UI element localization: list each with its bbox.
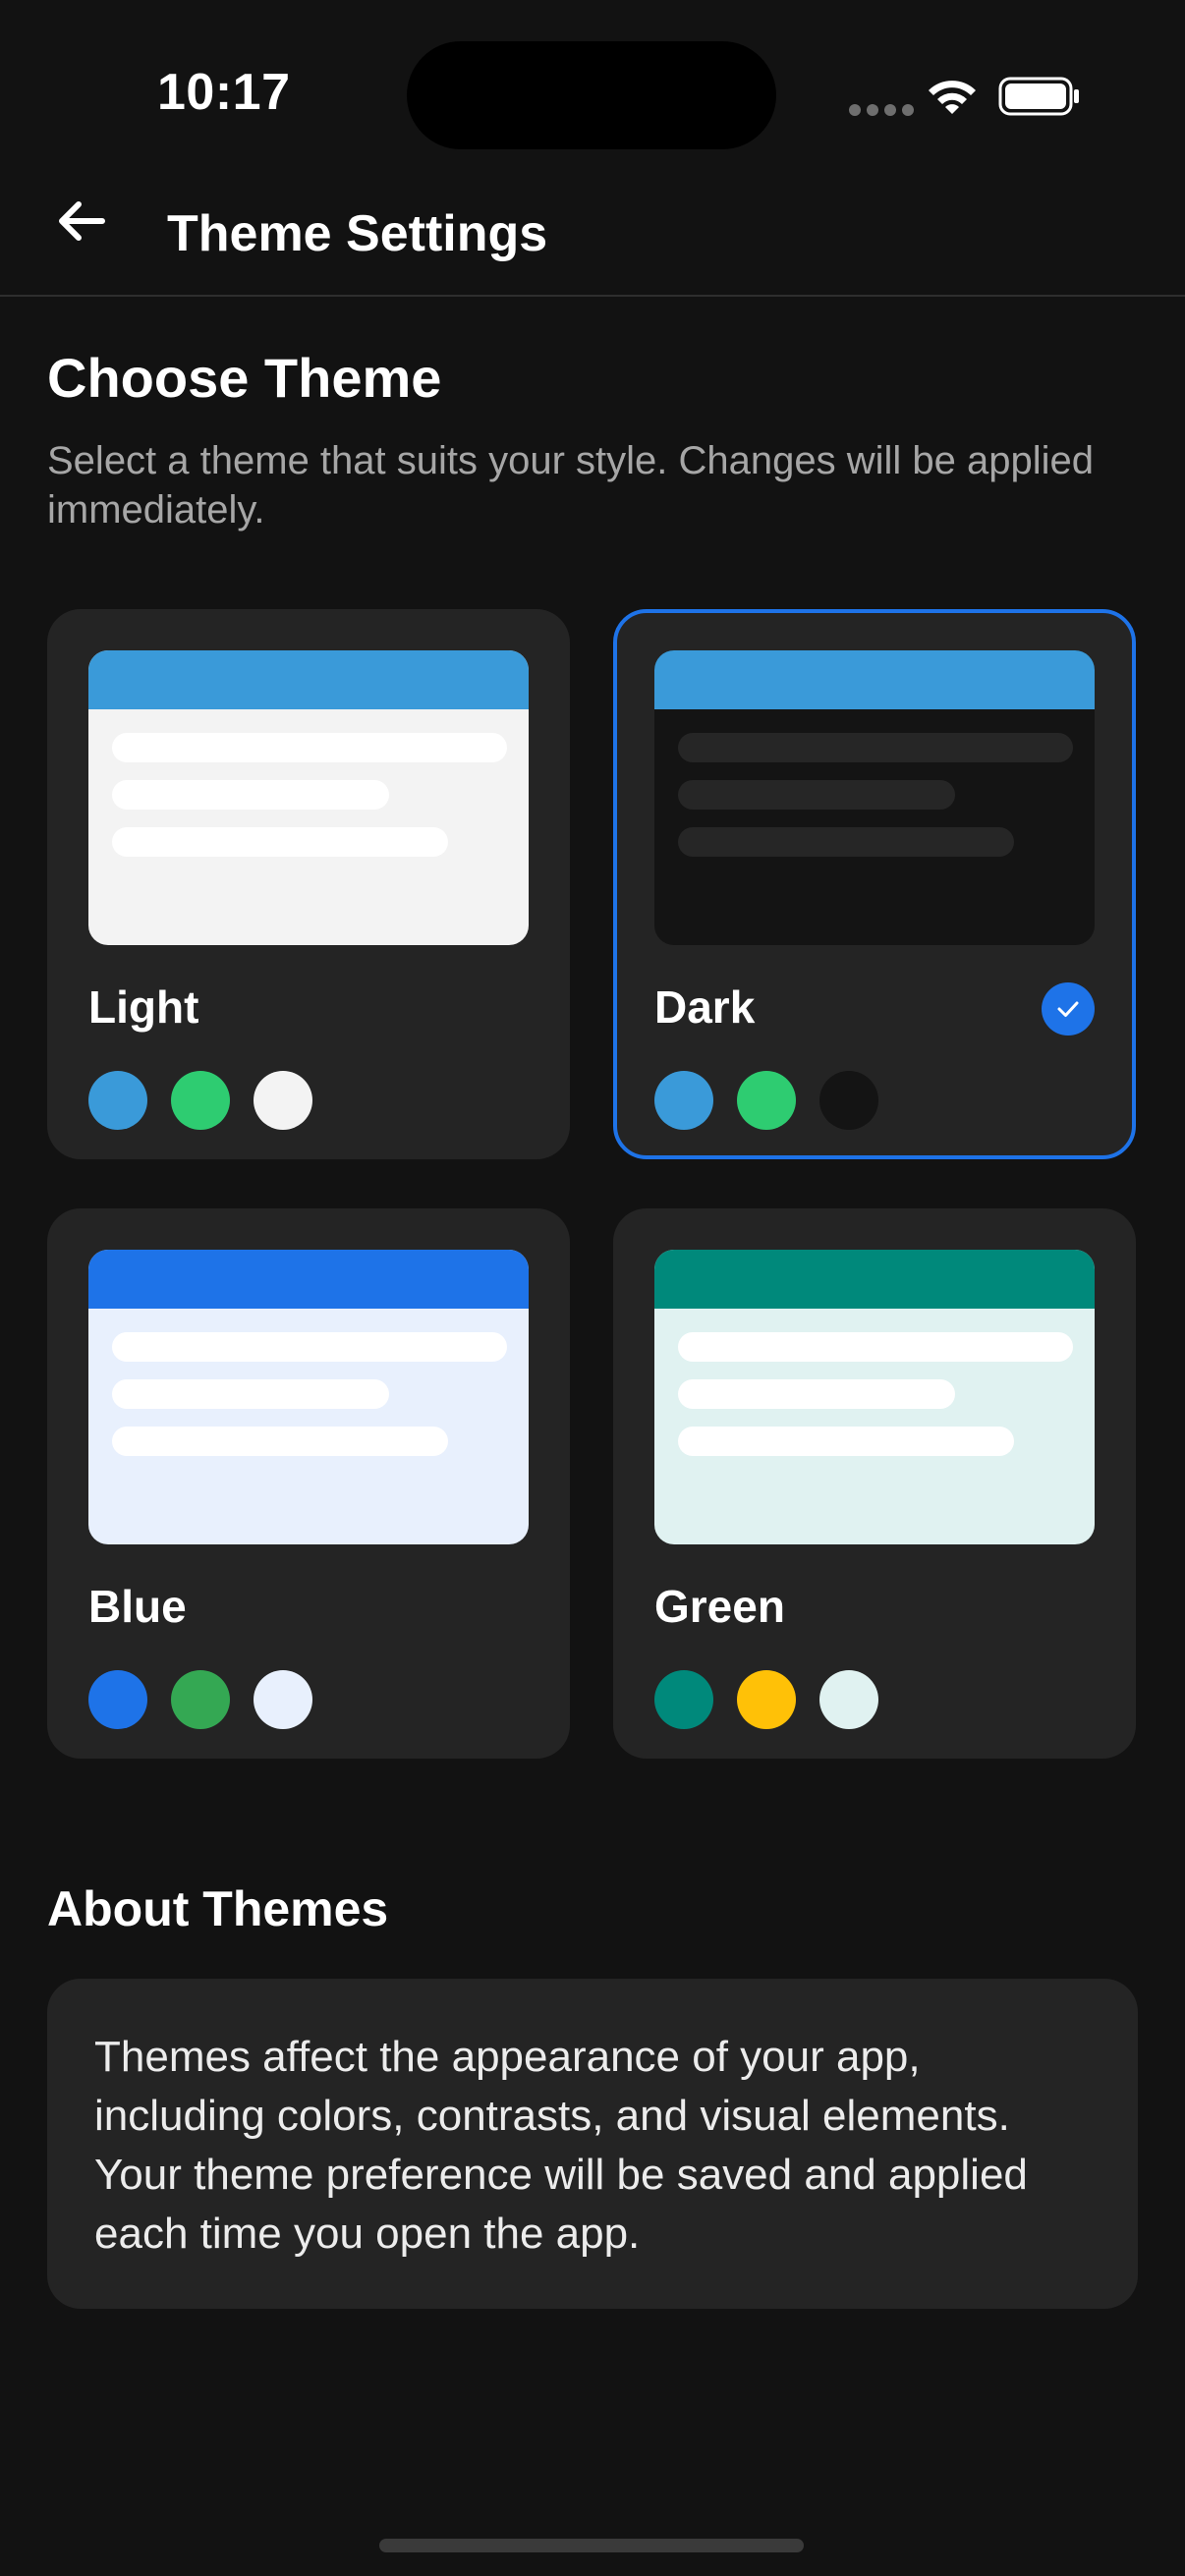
color-swatch (819, 1670, 878, 1729)
check-icon (1042, 982, 1095, 1036)
theme-preview (654, 650, 1095, 945)
about-themes-text: Themes affect the appearance of your app… (94, 2033, 1028, 2258)
app-bar: Theme Settings (0, 167, 1185, 297)
color-swatches (654, 1071, 878, 1130)
dynamic-island (407, 41, 776, 149)
status-bar: 10:17 (0, 0, 1185, 187)
theme-preview (88, 650, 529, 945)
color-swatch (88, 1071, 147, 1130)
theme-preview (88, 1250, 529, 1544)
theme-card-light[interactable]: Light (47, 609, 570, 1159)
color-swatches (88, 1071, 312, 1130)
theme-card-green[interactable]: Green (613, 1208, 1136, 1759)
color-swatches (88, 1670, 312, 1729)
cellular-signal-icon (849, 104, 914, 116)
theme-name: Dark (654, 981, 756, 1033)
battery-icon (998, 77, 1079, 116)
theme-card-blue[interactable]: Blue (47, 1208, 570, 1759)
color-swatch (819, 1071, 878, 1130)
color-swatch (654, 1071, 713, 1130)
theme-preview (654, 1250, 1095, 1544)
status-time: 10:17 (157, 64, 291, 121)
page-title: Theme Settings (167, 205, 548, 262)
color-swatch (171, 1670, 230, 1729)
home-indicator[interactable] (379, 2539, 804, 2552)
color-swatch (737, 1670, 796, 1729)
color-swatch (737, 1071, 796, 1130)
choose-theme-description: Select a theme that suits your style. Ch… (47, 439, 1095, 532)
wifi-icon (929, 81, 976, 114)
color-swatch (254, 1071, 312, 1130)
theme-name: Blue (88, 1581, 187, 1632)
theme-card-dark[interactable]: Dark (613, 609, 1136, 1159)
back-button[interactable] (47, 187, 116, 255)
color-swatches (654, 1670, 878, 1729)
choose-theme-heading: Choose Theme (47, 347, 442, 409)
about-themes-card: Themes affect the appearance of your app… (47, 1979, 1138, 2309)
theme-name: Light (88, 981, 199, 1033)
theme-name: Green (654, 1581, 785, 1632)
color-swatch (254, 1670, 312, 1729)
arrow-left-icon (59, 201, 105, 241)
about-themes-heading: About Themes (47, 1881, 389, 1936)
color-swatch (171, 1071, 230, 1130)
color-swatch (654, 1670, 713, 1729)
color-swatch (88, 1670, 147, 1729)
